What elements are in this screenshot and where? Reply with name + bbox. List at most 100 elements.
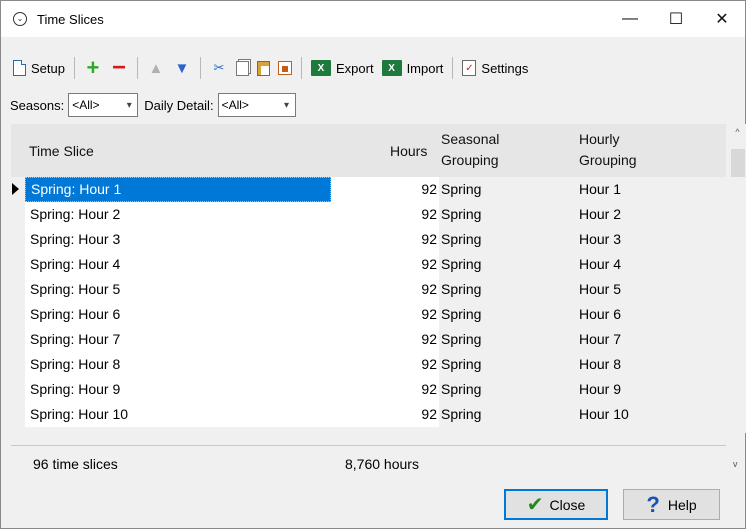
hours-cell[interactable]: 92 xyxy=(331,352,439,377)
close-button[interactable]: ✔ Close xyxy=(504,489,608,520)
time-slice-cell[interactable]: Spring: Hour 6 xyxy=(25,302,331,327)
table-row[interactable]: Spring: Hour 2 92 Spring Hour 2 xyxy=(11,202,726,227)
hours-cell[interactable]: 92 xyxy=(331,377,439,402)
total-hours: 8,760 hours xyxy=(345,456,419,472)
table-row[interactable]: Spring: Hour 1 92 Spring Hour 1 xyxy=(11,177,726,202)
app-icon[interactable]: ⌄ xyxy=(13,12,27,26)
paste-button[interactable] xyxy=(253,56,274,80)
arrow-down-icon: ▼ xyxy=(174,59,190,77)
scroll-up-arrow-icon[interactable]: ^ xyxy=(729,124,746,141)
time-slice-cell[interactable]: Spring: Hour 7 xyxy=(25,327,331,352)
copy-button[interactable] xyxy=(232,56,253,80)
paste-icon xyxy=(256,60,270,76)
hourly-grouping-cell: Hour 2 xyxy=(579,202,726,227)
current-row-indicator-icon xyxy=(12,183,19,195)
column-header-hourly-line1[interactable]: Hourly xyxy=(579,130,619,149)
time-slice-cell[interactable]: Spring: Hour 10 xyxy=(25,402,331,427)
help-button[interactable]: ? Help xyxy=(623,489,720,520)
table-row[interactable]: Spring: Hour 9 92 Spring Hour 9 xyxy=(11,377,726,402)
hourly-grouping-cell: Hour 8 xyxy=(579,352,726,377)
time-slice-cell[interactable]: Spring: Hour 4 xyxy=(25,252,331,277)
hours-cell[interactable]: 92 xyxy=(331,277,439,302)
seasonal-grouping-cell: Spring xyxy=(439,177,579,202)
seasons-dropdown[interactable]: <All> ▾ xyxy=(68,93,139,117)
time-slice-cell[interactable]: Spring: Hour 2 xyxy=(25,202,331,227)
daily-detail-value: <All> xyxy=(221,98,249,112)
export-button[interactable]: X Export xyxy=(307,56,378,80)
divider xyxy=(11,445,726,446)
cut-button[interactable]: ✂ xyxy=(206,56,232,80)
seasonal-grouping-cell: Spring xyxy=(439,327,579,352)
hourly-grouping-cell: Hour 10 xyxy=(579,402,726,427)
export-label: Export xyxy=(335,60,374,76)
help-button-label: Help xyxy=(667,496,697,513)
hours-cell[interactable]: 92 xyxy=(331,327,439,352)
time-slice-cell[interactable]: Spring: Hour 1 xyxy=(25,177,331,202)
toolbar-separator xyxy=(300,57,302,79)
table-row[interactable]: Spring: Hour 4 92 Spring Hour 4 xyxy=(11,252,726,277)
column-header-time-slice[interactable]: Time Slice xyxy=(29,142,94,161)
toolbar-separator xyxy=(73,57,75,79)
table-row[interactable]: Spring: Hour 7 92 Spring Hour 7 xyxy=(11,327,726,352)
close-button-label: Close xyxy=(549,496,586,513)
settings-icon: ✓ xyxy=(462,60,477,76)
column-header-seasonal-line1[interactable]: Seasonal xyxy=(441,130,499,149)
time-slice-cell[interactable]: Spring: Hour 9 xyxy=(25,377,331,402)
column-header-hourly-line2[interactable]: Grouping xyxy=(579,151,637,170)
hours-cell[interactable]: 92 xyxy=(331,302,439,327)
vertical-scrollbar[interactable]: ^ xyxy=(729,124,746,433)
seasons-label: Seasons: xyxy=(10,97,65,113)
close-window-button[interactable]: ✕ xyxy=(699,1,745,37)
minimize-button[interactable]: — xyxy=(607,1,653,37)
table-row[interactable]: Spring: Hour 10 92 Spring Hour 10 xyxy=(11,402,726,427)
document-icon xyxy=(13,60,26,76)
time-slice-cell[interactable]: Spring: Hour 5 xyxy=(25,277,331,302)
settings-button[interactable]: ✓ Settings xyxy=(458,56,532,80)
seasonal-grouping-cell: Spring xyxy=(439,402,579,427)
save-button[interactable] xyxy=(274,56,296,80)
time-slices-grid: Time Slice Hours Seasonal Grouping Hourl… xyxy=(11,124,746,433)
scroll-thumb[interactable] xyxy=(731,149,745,177)
window-controls: — ☐ ✕ xyxy=(607,1,745,37)
time-slice-cell[interactable]: Spring: Hour 3 xyxy=(25,227,331,252)
seasons-value: <All> xyxy=(72,98,100,112)
seasonal-grouping-cell: Spring xyxy=(439,277,579,302)
toolbar: Setup + − ▲ ▼ ✂ X Export X Import ✓ Sett… xyxy=(1,52,745,84)
table-row[interactable]: Spring: Hour 6 92 Spring Hour 6 xyxy=(11,302,726,327)
maximize-button[interactable]: ☐ xyxy=(653,1,699,37)
seasonal-grouping-cell: Spring xyxy=(439,302,579,327)
seasonal-grouping-cell: Spring xyxy=(439,377,579,402)
hourly-grouping-cell: Hour 5 xyxy=(579,277,726,302)
seasonal-grouping-cell: Spring xyxy=(439,227,579,252)
time-slices-window: ⌄ Time Slices — ☐ ✕ Setup + − ▲ ▼ ✂ X Ex… xyxy=(0,0,746,529)
move-up-button[interactable]: ▲ xyxy=(143,56,169,80)
scroll-down-arrow-icon[interactable]: v xyxy=(733,459,738,469)
time-slice-cell[interactable]: Spring: Hour 8 xyxy=(25,352,331,377)
import-label: Import xyxy=(406,60,444,76)
daily-detail-dropdown[interactable]: <All> ▾ xyxy=(217,93,296,117)
move-down-button[interactable]: ▼ xyxy=(169,56,195,80)
chevron-down-icon: ▾ xyxy=(126,99,132,111)
hours-cell[interactable]: 92 xyxy=(331,252,439,277)
copy-icon xyxy=(235,60,249,76)
chevron-down-icon: ▾ xyxy=(284,99,290,111)
hours-cell[interactable]: 92 xyxy=(331,227,439,252)
settings-label: Settings xyxy=(481,60,529,76)
hourly-grouping-cell: Hour 3 xyxy=(579,227,726,252)
save-icon xyxy=(277,61,292,75)
setup-button[interactable]: Setup xyxy=(9,56,69,80)
column-header-seasonal-line2[interactable]: Grouping xyxy=(441,151,499,170)
excel-icon: X xyxy=(310,60,331,76)
seasonal-grouping-cell: Spring xyxy=(439,352,579,377)
table-row[interactable]: Spring: Hour 8 92 Spring Hour 8 xyxy=(11,352,726,377)
table-row[interactable]: Spring: Hour 3 92 Spring Hour 3 xyxy=(11,227,726,252)
column-header-hours[interactable]: Hours xyxy=(390,142,427,161)
table-row[interactable]: Spring: Hour 5 92 Spring Hour 5 xyxy=(11,277,726,302)
seasonal-grouping-cell: Spring xyxy=(439,202,579,227)
import-button[interactable]: X Import xyxy=(378,56,448,80)
hours-cell[interactable]: 92 xyxy=(331,177,439,202)
hours-cell[interactable]: 92 xyxy=(331,202,439,227)
add-button[interactable]: + xyxy=(80,56,106,80)
delete-button[interactable]: − xyxy=(106,56,132,80)
hours-cell[interactable]: 92 xyxy=(331,402,439,427)
